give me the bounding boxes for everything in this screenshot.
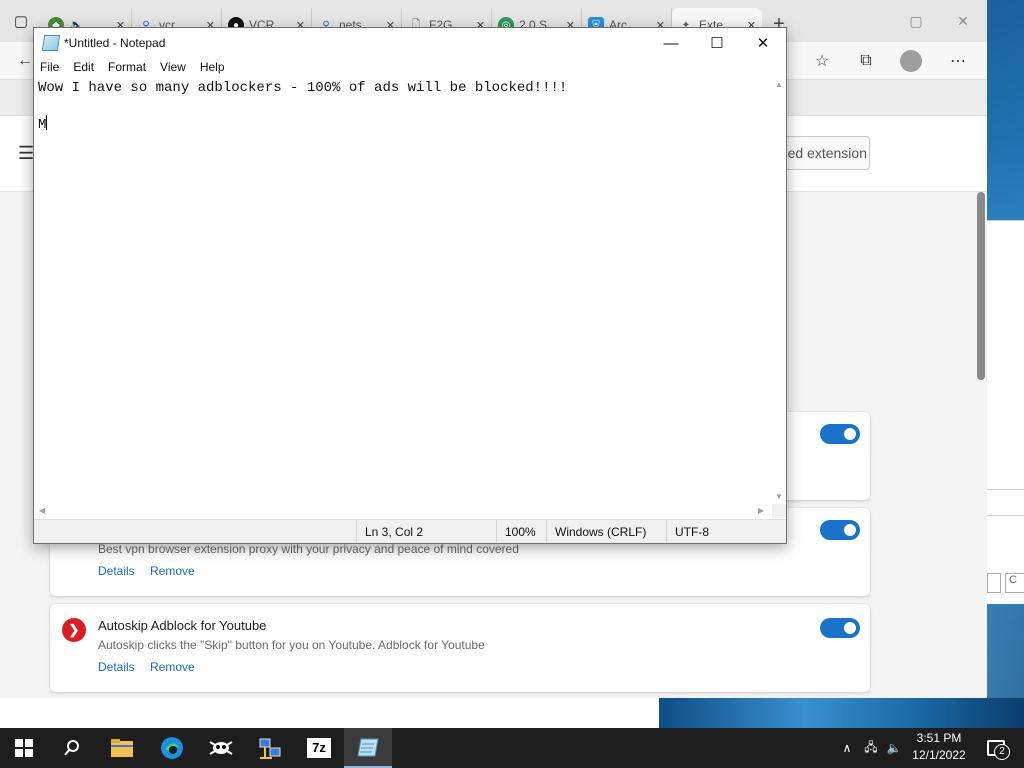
menu-bar: File Edit Format View Help: [34, 58, 786, 78]
autoskip-icon: ❯: [62, 618, 86, 642]
notification-center[interactable]: 2: [980, 728, 1012, 768]
profile-avatar[interactable]: [900, 50, 922, 72]
7zip-button[interactable]: 7z: [295, 728, 343, 768]
extension-toggle[interactable]: [820, 424, 860, 444]
menu-view[interactable]: View: [160, 58, 186, 78]
extension-toggle[interactable]: [820, 520, 860, 540]
horizontal-scrollbar[interactable]: ◀ ▶: [35, 504, 772, 518]
details-link[interactable]: Details: [98, 660, 135, 674]
bug-app-icon: [209, 741, 233, 755]
load-unpacked-label: lled extension: [781, 145, 867, 161]
notepad-titlebar[interactable]: *Untitled - Notepad — ☐ ✕: [34, 28, 786, 58]
notepad-icon: [357, 738, 379, 757]
network-icon[interactable]: 🖧: [860, 728, 882, 768]
text-line: [38, 97, 772, 115]
search-button[interactable]: [48, 728, 96, 768]
favorites-icon[interactable]: ☆: [811, 50, 833, 72]
show-hidden-icons[interactable]: ∧: [836, 728, 858, 768]
window-title: *Untitled - Notepad: [64, 36, 166, 50]
notepad-taskbar-button[interactable]: [344, 728, 392, 768]
vertical-scrollbar[interactable]: ▲ ▼: [772, 78, 786, 504]
status-zoom: 100%: [496, 520, 546, 543]
extension-description: Autoskip clicks the "Skip" button for yo…: [98, 638, 485, 652]
clock[interactable]: 3:51 PM 12/1/2022: [905, 730, 973, 766]
clock-date: 12/1/2022: [912, 748, 966, 762]
7zip-icon: 7z: [307, 738, 331, 758]
close-icon[interactable]: ✕: [740, 28, 786, 58]
extension-card: ❯ Autoskip Adblock for Youtube Autoskip …: [50, 604, 870, 692]
clock-time: 3:51 PM: [916, 731, 962, 745]
divider: [987, 489, 1024, 490]
extension-description: Best vpn browser extension proxy with yo…: [98, 542, 519, 556]
status-encoding-text: UTF-8: [675, 524, 709, 539]
more-icon[interactable]: ⋯: [947, 50, 969, 72]
scrollbar-corner: [772, 504, 786, 518]
menu-format[interactable]: Format: [108, 58, 146, 78]
menu-help[interactable]: Help: [200, 58, 225, 78]
browser-close-icon[interactable]: ✕: [940, 0, 986, 42]
browser-maximize-icon[interactable]: ▢: [893, 0, 939, 42]
network-computers-icon: [259, 738, 281, 759]
file-explorer-button[interactable]: [98, 728, 146, 768]
status-line-ending: Windows (CRLF): [546, 520, 666, 543]
status-bar: Ln 3, Col 2 100% Windows (CRLF) UTF-8: [34, 519, 786, 543]
network-app-button[interactable]: [246, 728, 294, 768]
windows-logo-icon: [15, 739, 33, 757]
status-zoom-text: 100%: [505, 524, 536, 539]
text-line: Wow I have so many adblockers - 100% of …: [38, 80, 568, 96]
remove-link[interactable]: Remove: [150, 660, 195, 674]
status-position: Ln 3, Col 2: [356, 520, 496, 543]
scroll-up-icon[interactable]: ▲: [775, 80, 783, 89]
edge-button[interactable]: [148, 728, 196, 768]
text-line: M: [38, 117, 47, 133]
page-scrollbar[interactable]: [977, 192, 985, 380]
start-button[interactable]: [0, 728, 48, 768]
scroll-down-icon[interactable]: ▼: [775, 492, 783, 501]
app-button[interactable]: [197, 728, 245, 768]
extension-toggle[interactable]: [820, 618, 860, 638]
menu-file[interactable]: File: [40, 58, 59, 78]
scroll-right-icon[interactable]: ▶: [758, 506, 764, 515]
wallpaper-strip: [659, 698, 1024, 728]
minimize-icon[interactable]: —: [648, 28, 694, 58]
volume-icon[interactable]: 🔈: [883, 728, 905, 768]
extension-name: Autoskip Adblock for Youtube: [98, 618, 267, 633]
status-encoding: UTF-8: [666, 520, 786, 543]
background-button[interactable]: [987, 573, 1001, 593]
divider: [987, 515, 1024, 516]
maximize-icon[interactable]: ☐: [694, 28, 740, 58]
menu-edit[interactable]: Edit: [73, 58, 94, 78]
taskbar: 7z ∧ 🖧 🔈 3:51 PM 12/1/2022 2: [0, 728, 1024, 768]
scroll-left-icon[interactable]: ◀: [39, 506, 45, 515]
folder-icon: [111, 739, 133, 757]
status-line-ending-text: Windows (CRLF): [555, 524, 647, 539]
collections-icon[interactable]: ⧉: [855, 50, 877, 72]
background-window: C: [987, 220, 1024, 604]
notepad-app-icon: [41, 35, 61, 51]
edge-icon: [161, 737, 183, 759]
status-position-text: Ln 3, Col 2: [365, 524, 424, 539]
text-caret: [46, 115, 48, 130]
details-link[interactable]: Details: [98, 564, 135, 578]
text-editor[interactable]: Wow I have so many adblockers - 100% of …: [35, 78, 772, 504]
background-button[interactable]: C: [1005, 573, 1024, 593]
notepad-window: *Untitled - Notepad — ☐ ✕ File Edit Form…: [33, 27, 787, 544]
remove-link[interactable]: Remove: [150, 564, 195, 578]
menu-icon[interactable]: ☰: [18, 143, 34, 164]
search-icon: [64, 740, 79, 756]
text-line-current: M: [38, 115, 772, 133]
notification-badge: 2: [994, 744, 1010, 760]
